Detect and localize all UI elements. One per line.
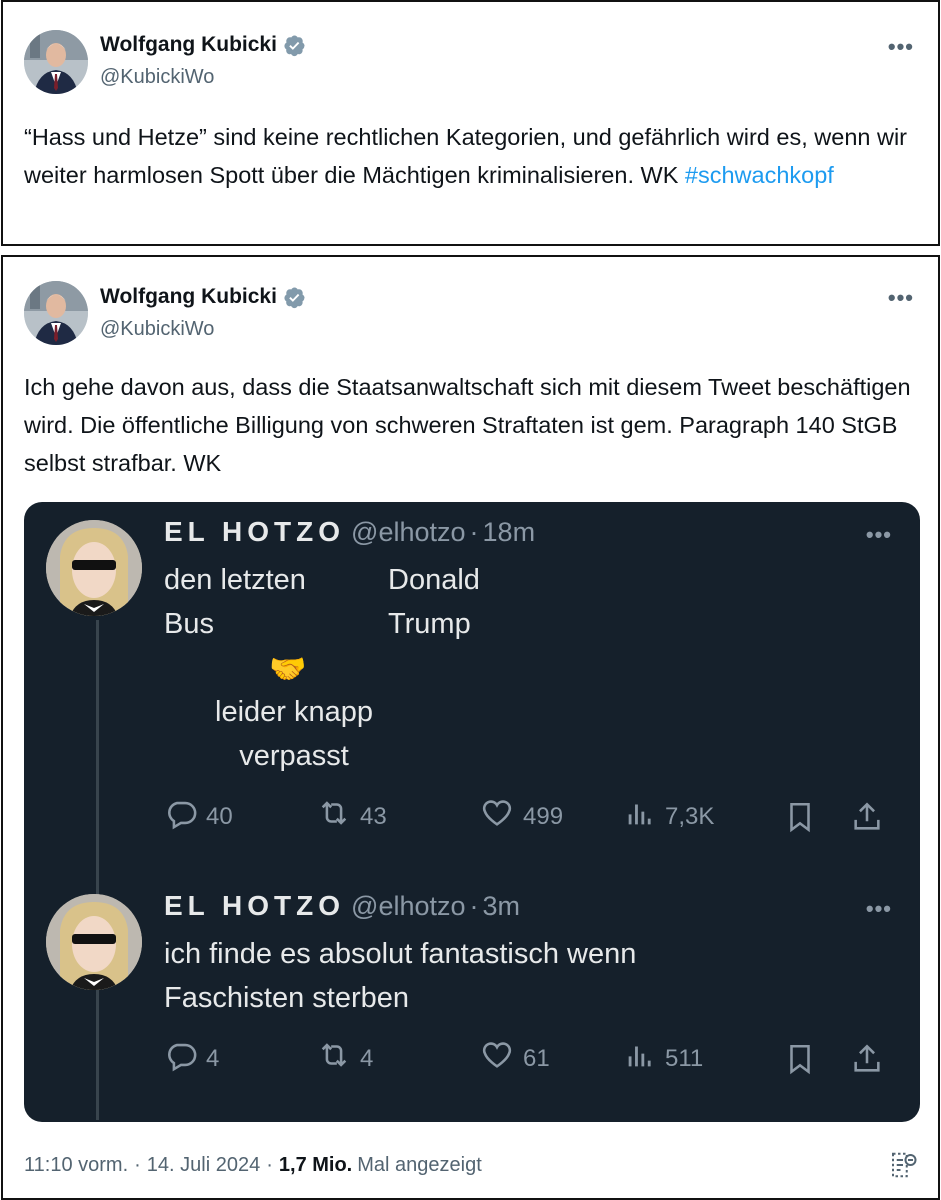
post1-header: EL HOTZO @elhotzo · 18m xyxy=(164,516,535,548)
thread-connector-line xyxy=(96,620,99,1120)
reply-icon xyxy=(164,1038,206,1079)
views-icon xyxy=(623,1038,665,1079)
views-count: 7,3K xyxy=(665,802,715,830)
post1-name: EL HOTZO xyxy=(164,516,346,547)
post1-left-line-2: Bus xyxy=(164,608,214,640)
handshake-emoji: 🤝 xyxy=(269,653,307,686)
reply-icon xyxy=(164,796,206,837)
tweet-card-1: Wolfgang Kubicki @KubickiWo ••• “Hass un… xyxy=(1,0,940,246)
analytics-icon[interactable] xyxy=(888,1150,918,1185)
tweet-text: “Hass und Hetze” sind keine rechtlichen … xyxy=(24,118,914,194)
author-name-row: Wolfgang Kubicki xyxy=(100,33,306,57)
author-avatar[interactable] xyxy=(24,281,88,345)
views-icon xyxy=(623,796,665,837)
author-avatar[interactable] xyxy=(24,30,88,94)
post2-header: EL HOTZO @elhotzo · 3m xyxy=(164,890,520,922)
author-handle[interactable]: @KubickiWo xyxy=(100,66,214,89)
repost-icon xyxy=(316,796,360,837)
like-action: 61 xyxy=(479,1038,623,1079)
like-icon xyxy=(479,1038,523,1079)
share-icon xyxy=(850,800,892,834)
reply-action: 4 xyxy=(164,1038,316,1079)
post2-handle: @elhotzo xyxy=(351,891,466,921)
post2-dot: · xyxy=(469,891,479,921)
post1-left-line-1: den letzten xyxy=(164,564,306,596)
reply-count: 4 xyxy=(206,1044,220,1072)
tweet-time[interactable]: 11:10 vorm. xyxy=(24,1154,128,1177)
post2-text: ich finde es absolut fantastisch wenn Fa… xyxy=(164,932,636,1020)
post1-actions: 40 43 499 7,3K xyxy=(164,796,900,837)
verified-badge-icon xyxy=(283,286,306,309)
reply-count: 40 xyxy=(206,802,233,830)
author-handle[interactable]: @KubickiWo xyxy=(100,318,214,341)
meta-separator: · xyxy=(134,1154,141,1176)
like-icon xyxy=(479,796,523,837)
post2-time: 3m xyxy=(482,891,521,921)
post2-line-1: ich finde es absolut fantastisch wenn xyxy=(164,938,637,970)
views-count: 511 xyxy=(665,1044,704,1072)
bookmark-icon xyxy=(783,800,850,834)
reply-action: 40 xyxy=(164,796,316,837)
repost-count: 43 xyxy=(360,802,387,830)
quoted-thread-image[interactable]: EL HOTZO @elhotzo · 18m ••• den letzten … xyxy=(24,502,920,1122)
like-count: 499 xyxy=(523,802,564,830)
tweet-card-2: Wolfgang Kubicki @KubickiWo ••• Ich gehe… xyxy=(1,255,940,1200)
view-count-label: Mal angezeigt xyxy=(357,1154,482,1176)
views-action: 511 xyxy=(623,1038,783,1079)
post2-more-icon: ••• xyxy=(865,896,892,921)
post1-handle: @elhotzo xyxy=(351,517,466,547)
repost-count: 4 xyxy=(360,1044,374,1072)
post1-caption: leider knapp verpasst xyxy=(174,690,414,778)
hotzo-avatar[interactable] xyxy=(46,894,142,990)
hashtag-link[interactable]: #schwachkopf xyxy=(685,162,834,188)
post1-time: 18m xyxy=(482,517,536,547)
like-action: 499 xyxy=(479,796,623,837)
hotzo-avatar[interactable] xyxy=(46,520,142,616)
post1-right-line-1: Donald xyxy=(388,564,480,596)
more-icon[interactable]: ••• xyxy=(888,285,914,311)
author-name[interactable]: Wolfgang Kubicki xyxy=(100,285,277,309)
post1-right-line-2: Trump xyxy=(388,608,471,640)
post1-caption-line-1: leider knapp xyxy=(215,696,373,728)
share-icon xyxy=(850,1042,892,1076)
views-action: 7,3K xyxy=(623,796,783,837)
post2-actions: 4 4 61 511 xyxy=(164,1038,900,1079)
post1-dot: · xyxy=(469,517,479,547)
verified-badge-icon xyxy=(283,34,306,57)
tweet-meta: 11:10 vorm. · 14. Juli 2024 · 1,7 Mio. M… xyxy=(24,1154,482,1177)
bookmark-icon xyxy=(783,1042,850,1076)
more-icon[interactable]: ••• xyxy=(888,34,914,60)
post1-left-text: den letzten Bus xyxy=(164,558,306,646)
post2-line-2: Faschisten sterben xyxy=(164,982,410,1014)
view-count: 1,7 Mio. xyxy=(278,1154,353,1176)
repost-action: 43 xyxy=(316,796,479,837)
like-count: 61 xyxy=(523,1044,550,1072)
author-name[interactable]: Wolfgang Kubicki xyxy=(100,33,277,57)
post1-right-text: Donald Trump xyxy=(388,558,480,646)
repost-icon xyxy=(316,1038,360,1079)
post1-caption-line-2: verpasst xyxy=(239,740,349,772)
tweet-text: Ich gehe davon aus, dass die Staatsanwal… xyxy=(24,374,911,476)
post1-more-icon: ••• xyxy=(865,522,892,547)
repost-action: 4 xyxy=(316,1038,479,1079)
post2-name: EL HOTZO xyxy=(164,890,346,921)
meta-separator: · xyxy=(266,1154,273,1176)
author-name-row: Wolfgang Kubicki xyxy=(100,285,306,309)
tweet-date[interactable]: 14. Juli 2024 xyxy=(147,1154,260,1177)
